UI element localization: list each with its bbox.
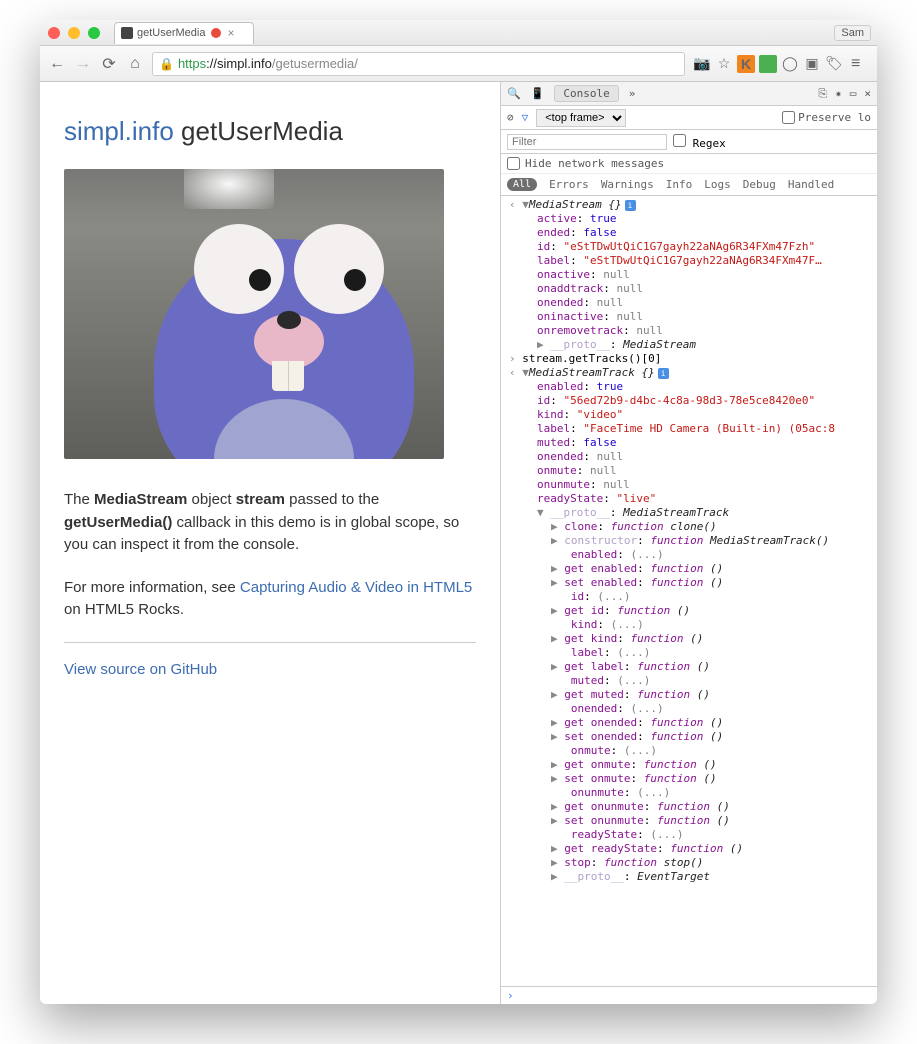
page-content: simpl.info getUserMedia The MediaStream … <box>40 82 500 1004</box>
menu-button[interactable]: ≡ <box>851 55 869 73</box>
lock-icon: 🔒 <box>159 57 174 71</box>
reload-button[interactable]: ⟳ <box>100 55 118 73</box>
frame-select[interactable]: <top frame> <box>536 109 626 127</box>
page-title: simpl.info getUserMedia <box>64 112 476 151</box>
url-input[interactable]: 🔒 https://simpl.info/getusermedia/ <box>152 52 685 76</box>
level-warnings[interactable]: Warnings <box>601 178 654 191</box>
log-levels: All Errors Warnings Info Logs Debug Hand… <box>501 174 877 196</box>
favicon-icon <box>121 27 133 39</box>
console-prompt[interactable]: › <box>501 986 877 1004</box>
toolbar-icons: 📷 ☆ K ◯ ▣ 🏷 <box>693 55 843 73</box>
back-button[interactable]: ← <box>48 55 66 73</box>
devtools-panel: 🔍 📱 Console » ⎘ ✷ ▭ × ⊘ ▽ <top frame> Pr… <box>500 82 877 1004</box>
devtools-toolbar: 🔍 📱 Console » ⎘ ✷ ▭ × <box>501 82 877 106</box>
navbar: ← → ⟳ ⌂ 🔒 https://simpl.info/getusermedi… <box>40 46 877 82</box>
star-icon[interactable]: ☆ <box>715 55 733 73</box>
url-host: ://simpl.info <box>206 56 272 71</box>
camera-icon[interactable]: 📷 <box>693 55 711 73</box>
video-preview <box>64 169 444 459</box>
url-path: /getusermedia/ <box>272 56 358 71</box>
browser-window: getUserMedia × Sam ← → ⟳ ⌂ 🔒 https://sim… <box>40 20 877 1004</box>
forward-button[interactable]: → <box>74 55 92 73</box>
recording-icon <box>211 28 221 38</box>
level-handled[interactable]: Handled <box>788 178 834 191</box>
level-debug[interactable]: Debug <box>743 178 776 191</box>
hide-network-checkbox[interactable] <box>507 157 520 170</box>
console-tab[interactable]: Console <box>554 85 618 102</box>
capturing-link[interactable]: Capturing Audio & Video in HTML5 <box>240 579 472 596</box>
github-link[interactable]: View source on GitHub <box>64 661 217 678</box>
devtools-context-bar: ⊘ ▽ <top frame> Preserve lo <box>501 106 877 130</box>
extension-tag-icon[interactable]: 🏷 <box>825 55 843 73</box>
site-home-link[interactable]: simpl.info <box>64 116 174 146</box>
tab-title: getUserMedia <box>137 27 205 39</box>
page-title-rest: getUserMedia <box>174 116 343 146</box>
titlebar: getUserMedia × Sam <box>40 20 877 46</box>
browser-tab[interactable]: getUserMedia × <box>114 22 254 44</box>
extension-ring-icon[interactable]: ◯ <box>781 55 799 73</box>
devtools-filter-row: Regex <box>501 130 877 154</box>
inspect-icon[interactable]: 🔍 <box>507 87 521 100</box>
level-all[interactable]: All <box>507 178 537 191</box>
close-icon[interactable] <box>48 27 60 39</box>
cast-icon[interactable]: ▣ <box>803 55 821 73</box>
tab-close-icon[interactable]: × <box>227 26 234 40</box>
divider <box>64 642 476 643</box>
preserve-log-checkbox[interactable]: Preserve lo <box>782 111 871 124</box>
dock-icon[interactable]: ▭ <box>850 87 857 101</box>
filter-input[interactable] <box>507 134 667 150</box>
more-tabs-icon[interactable]: » <box>629 87 636 100</box>
device-icon[interactable]: 📱 <box>531 87 545 100</box>
level-errors[interactable]: Errors <box>549 178 589 191</box>
window-controls <box>48 27 100 39</box>
paragraph-1: The MediaStream object stream passed to … <box>64 489 476 557</box>
console-output[interactable]: ‹ ▼MediaStream {}iactive: trueended: fal… <box>501 196 877 986</box>
level-info[interactable]: Info <box>666 178 693 191</box>
minimize-icon[interactable] <box>68 27 80 39</box>
url-scheme: https <box>178 56 206 71</box>
hide-network-row: Hide network messages <box>501 154 877 174</box>
extension-k-icon[interactable]: K <box>737 55 755 73</box>
regex-checkbox[interactable]: Regex <box>673 134 726 150</box>
profile-button[interactable]: Sam <box>834 25 871 41</box>
home-button[interactable]: ⌂ <box>126 55 144 73</box>
drawer-icon[interactable]: ⎘ <box>818 87 827 101</box>
extension-check-icon[interactable] <box>759 55 777 73</box>
paragraph-2: For more information, see Capturing Audi… <box>64 577 476 622</box>
filter-icon[interactable]: ▽ <box>522 111 529 124</box>
clear-console-icon[interactable]: ⊘ <box>507 111 514 124</box>
maximize-icon[interactable] <box>88 27 100 39</box>
settings-icon[interactable]: ✷ <box>835 87 842 101</box>
level-logs[interactable]: Logs <box>704 178 731 191</box>
content-area: simpl.info getUserMedia The MediaStream … <box>40 82 877 1004</box>
devtools-close-icon[interactable]: × <box>864 87 871 101</box>
